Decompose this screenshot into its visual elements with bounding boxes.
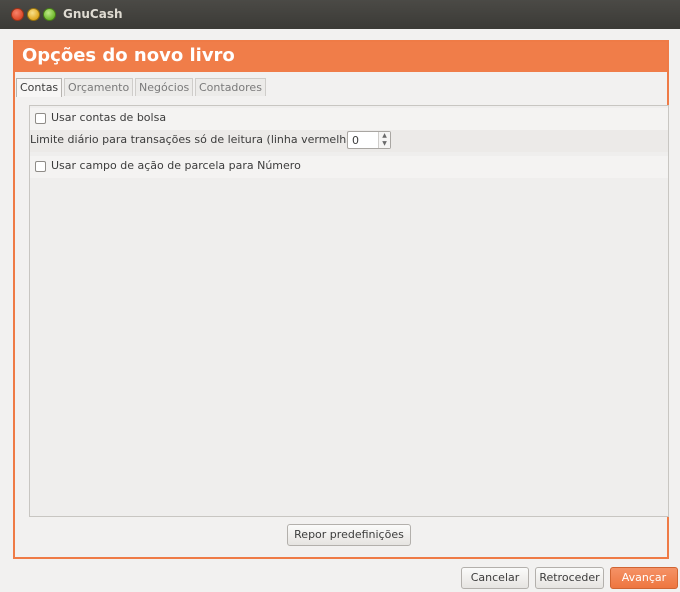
page-title: Opções do novo livro	[22, 45, 235, 66]
split-action-checkbox[interactable]	[35, 161, 46, 172]
dialog-header: Opções do novo livro	[15, 42, 667, 72]
assistant-frame: Opções do novo livro Contas Orçamento Ne…	[13, 40, 669, 559]
read-only-threshold-label: Limite diário para transações só de leit…	[30, 133, 361, 146]
trading-accounts-label[interactable]: Usar contas de bolsa	[51, 111, 166, 124]
close-window-icon[interactable]	[11, 8, 24, 21]
tab-orcamento[interactable]: Orçamento	[64, 78, 134, 96]
tab-contas[interactable]: Contas	[16, 78, 63, 97]
spinner-arrows-icon[interactable]: ▲ ▼	[378, 132, 390, 148]
tab-contadores[interactable]: Contadores	[195, 78, 266, 96]
trading-accounts-checkbox[interactable]	[35, 113, 46, 124]
split-action-label[interactable]: Usar campo de ação de parcela para Númer…	[51, 159, 301, 172]
minimize-window-icon[interactable]	[27, 8, 40, 21]
maximize-window-icon[interactable]	[43, 8, 56, 21]
next-button[interactable]: Avançar	[610, 567, 678, 589]
window-title: GnuCash	[63, 7, 123, 21]
option-row-read-only-threshold: Limite diário para transações só de leit…	[30, 130, 668, 152]
read-only-threshold-value[interactable]: 0	[352, 134, 359, 147]
option-row-trading-accounts: Usar contas de bolsa	[30, 108, 668, 130]
window-titlebar: GnuCash	[0, 0, 680, 29]
back-button[interactable]: Retroceder	[535, 567, 604, 589]
cancel-button[interactable]: Cancelar	[461, 567, 529, 589]
tab-negocios[interactable]: Negócios	[135, 78, 194, 96]
tab-content-contas: Usar contas de bolsa Limite diário para …	[29, 105, 669, 517]
read-only-threshold-spinner[interactable]: 0 ▲ ▼	[347, 131, 391, 149]
reset-defaults-button[interactable]: Repor predefinições	[287, 524, 411, 546]
option-row-split-action: Usar campo de ação de parcela para Númer…	[30, 156, 668, 178]
